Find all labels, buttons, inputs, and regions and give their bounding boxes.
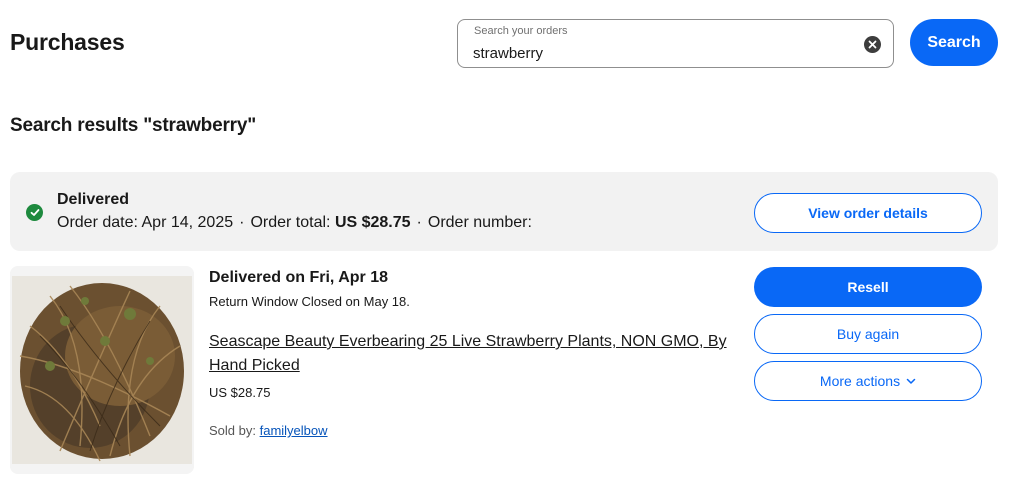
check-circle-icon <box>26 204 43 221</box>
resell-button[interactable]: Resell <box>754 267 982 307</box>
search-input[interactable] <box>473 43 853 63</box>
item-title-link[interactable]: Seascape Beauty Everbearing 25 Live Stra… <box>209 330 729 378</box>
order-date: Apr 14, 2025 <box>141 214 234 231</box>
delivery-date: Delivered on Fri, Apr 18 <box>209 269 389 286</box>
meta-separator: · <box>416 214 422 231</box>
more-actions-button[interactable]: More actions <box>754 361 982 401</box>
item-price: US $28.75 <box>209 385 271 400</box>
order-status: Delivered <box>57 191 130 208</box>
view-order-details-button[interactable]: View order details <box>754 193 982 233</box>
order-search-box[interactable]: Search your orders <box>457 19 894 68</box>
product-image[interactable] <box>10 266 194 474</box>
order-date-label: Order date: <box>57 214 138 231</box>
order-number-label: Order number: <box>427 214 532 231</box>
order-total: US $28.75 <box>334 214 411 231</box>
strawberry-plants-image <box>10 266 194 474</box>
sold-by-label: Sold by: <box>209 423 256 438</box>
page-title: Purchases <box>10 29 125 55</box>
more-actions-label: More actions <box>819 373 901 389</box>
search-button[interactable]: Search <box>910 19 998 66</box>
order-total-label: Order total: <box>250 214 331 231</box>
checkmark-icon <box>30 209 39 216</box>
order-summary: Delivered Order date: Apr 14, 2025 · Order… <box>10 172 998 251</box>
results-heading: Search results "strawberry" <box>10 115 257 136</box>
order-meta: Order date: Apr 14, 2025 · Order total: US… <box>57 214 532 232</box>
close-icon <box>868 40 877 49</box>
sold-by: Sold by: familyelbow <box>209 423 328 438</box>
search-label: Search your orders <box>474 25 568 37</box>
return-window-status: Return Window Closed on May 18. <box>209 294 410 309</box>
buy-again-button[interactable]: Buy again <box>754 314 982 354</box>
seller-link[interactable]: familyelbow <box>260 423 328 438</box>
clear-icon[interactable] <box>864 36 881 53</box>
meta-separator: · <box>239 214 245 231</box>
chevron-down-icon <box>906 378 916 384</box>
